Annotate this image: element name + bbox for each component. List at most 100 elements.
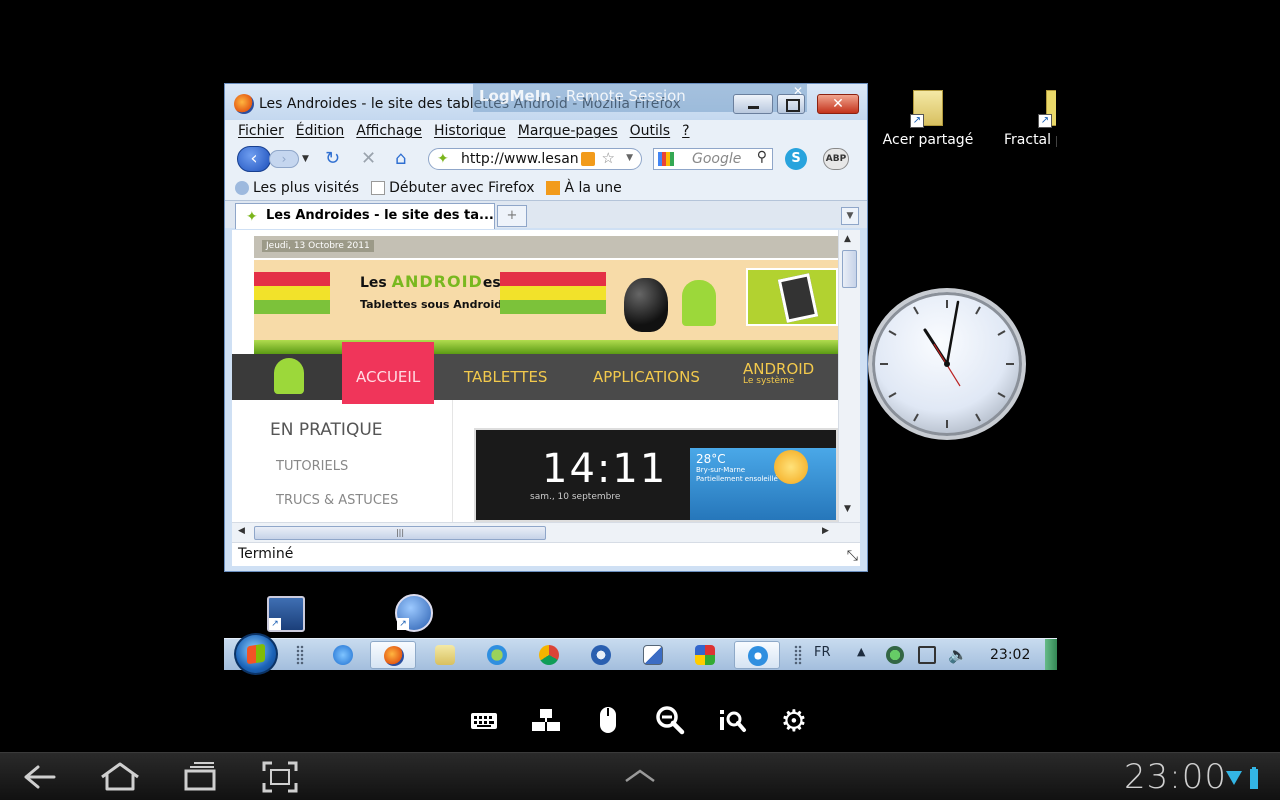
sidebar-link-tutoriels[interactable]: TUTORIELS bbox=[276, 459, 348, 474]
menu-help[interactable]: ? bbox=[682, 123, 689, 139]
clock-gadget[interactable] bbox=[868, 288, 1026, 440]
keyboard-icon[interactable] bbox=[466, 704, 502, 740]
bookmark-star-icon[interactable]: ☆ bbox=[602, 149, 615, 167]
show-hidden-icons-icon[interactable]: ▲ bbox=[857, 645, 865, 658]
close-button[interactable]: ✕ bbox=[817, 94, 859, 114]
horizontal-scrollbar[interactable]: ◀ ||| ▶ bbox=[232, 522, 860, 542]
new-tab-button[interactable]: + bbox=[497, 205, 527, 227]
search-icon[interactable]: ⚲ bbox=[757, 149, 767, 165]
tab-les-androides[interactable]: ✦ Les Androides - le site des ta... bbox=[235, 203, 495, 229]
forward-button[interactable]: › bbox=[269, 150, 299, 168]
adblock-plus-icon[interactable]: ABP bbox=[823, 148, 849, 170]
url-dropdown-icon[interactable]: ▼ bbox=[626, 153, 633, 163]
menu-affichage[interactable]: Affichage bbox=[356, 123, 422, 139]
system-clock[interactable]: 23:00 bbox=[1124, 757, 1227, 797]
horizontal-scroll-thumb[interactable]: ||| bbox=[254, 526, 546, 540]
messenger-icon bbox=[487, 645, 507, 665]
search-input[interactable]: Google ⚲ bbox=[653, 148, 773, 170]
volume-icon[interactable]: 🔈 bbox=[948, 646, 968, 664]
desktop-icon-acer-partage[interactable]: ↗ Acer partagé bbox=[878, 88, 978, 148]
taskbar-grip[interactable] bbox=[794, 645, 802, 665]
taskbar-ie[interactable] bbox=[320, 641, 366, 669]
sidebar-title: EN PRATIQUE bbox=[270, 420, 383, 440]
taskbar-app-games[interactable] bbox=[682, 641, 728, 669]
language-indicator[interactable]: FR bbox=[814, 645, 831, 660]
menu-marque-pages[interactable]: Marque-pages bbox=[518, 123, 618, 139]
taskbar-thunderbird[interactable] bbox=[578, 641, 624, 669]
navigation-toolbar: ‹ › ▼ ↻ ✕ ⌂ ✦ http://www.lesan ☆ ▼ Googl… bbox=[225, 142, 867, 176]
firefox-window[interactable]: Les Androides - le site des tablettes An… bbox=[224, 83, 868, 572]
history-dropdown-icon[interactable]: ▼ bbox=[302, 154, 309, 164]
taskbar-chrome[interactable] bbox=[526, 641, 572, 669]
window-titlebar[interactable]: Les Androides - le site des tablettes An… bbox=[225, 84, 867, 120]
network-icon[interactable] bbox=[918, 646, 936, 664]
bookmark-headlines[interactable]: À la une bbox=[546, 180, 622, 196]
date-bar: Jeudi, 13 Octobre 2011 bbox=[254, 236, 838, 258]
bookmark-icon bbox=[235, 181, 249, 195]
nav-tablettes[interactable]: TABLETTES bbox=[464, 354, 547, 400]
taskbar-app-doc[interactable] bbox=[630, 641, 676, 669]
taskbar-app-msn[interactable] bbox=[474, 641, 520, 669]
zoom-out-icon[interactable] bbox=[652, 704, 688, 740]
taskbar-explorer[interactable] bbox=[422, 641, 468, 669]
gear-icon[interactable]: ⚙ bbox=[776, 704, 812, 740]
menu-historique[interactable]: Historique bbox=[434, 123, 506, 139]
menu-fichier[interactable]: Fichier bbox=[238, 123, 284, 139]
mouse-icon[interactable] bbox=[590, 704, 626, 740]
show-desktop-button[interactable] bbox=[1045, 639, 1057, 670]
status-icons[interactable] bbox=[1224, 767, 1264, 791]
taskbar-logmein[interactable] bbox=[734, 641, 780, 669]
reload-icon[interactable]: ↻ bbox=[325, 149, 340, 169]
back-icon[interactable] bbox=[18, 759, 62, 795]
desktop-icon-sync[interactable]: ↗ bbox=[395, 594, 433, 632]
desktop-icon-fractal[interactable]: ↗ Fractal p bbox=[1000, 88, 1057, 148]
skype-icon[interactable]: S bbox=[785, 148, 807, 170]
start-button[interactable] bbox=[234, 633, 278, 675]
nav-logo[interactable] bbox=[232, 354, 342, 400]
menu-edition[interactable]: Édition bbox=[296, 123, 344, 139]
search-placeholder: Google bbox=[692, 151, 742, 167]
folder-shortcut-icon: ↗ bbox=[910, 88, 946, 128]
zoom-fit-icon[interactable] bbox=[714, 704, 750, 740]
taskbar-grip[interactable] bbox=[296, 645, 304, 665]
screenshot-icon[interactable] bbox=[258, 759, 302, 795]
site-banner[interactable]: Les ANDROIDes Tablettes sous Android bbox=[254, 260, 838, 340]
back-button[interactable]: ‹ bbox=[237, 146, 271, 172]
webpage: Jeudi, 13 Octobre 2011 Les ANDROIDes Tab… bbox=[232, 230, 838, 522]
url-bar[interactable]: ✦ http://www.lesan ☆ ▼ bbox=[428, 148, 642, 170]
maximize-button[interactable] bbox=[777, 94, 805, 114]
article-screenshot[interactable]: 14:11 sam., 10 septembre 28°C Bry-sur-Ma… bbox=[474, 428, 838, 522]
taskbar-clock[interactable]: 23:02 bbox=[990, 647, 1030, 663]
recent-apps-icon[interactable] bbox=[178, 759, 222, 795]
banner-stripes-right bbox=[500, 272, 606, 320]
menu-up-chevron-icon[interactable] bbox=[618, 761, 662, 797]
banner-stripes-left bbox=[254, 272, 330, 320]
scroll-right-icon[interactable]: ▶ bbox=[822, 526, 829, 536]
nav-android[interactable]: ANDROID Le système bbox=[743, 354, 814, 400]
stop-icon[interactable]: ✕ bbox=[361, 149, 376, 169]
network-icon[interactable] bbox=[528, 704, 564, 740]
vertical-scrollbar[interactable]: ▲ ▼ bbox=[838, 230, 860, 522]
bookmark-most-visited[interactable]: Les plus visités bbox=[235, 180, 359, 196]
vertical-scroll-thumb[interactable] bbox=[842, 250, 857, 288]
rss-icon[interactable] bbox=[581, 152, 595, 166]
taskbar-firefox[interactable] bbox=[370, 641, 416, 669]
web-content[interactable]: Jeudi, 13 Octobre 2011 Les ANDROIDes Tab… bbox=[232, 230, 860, 522]
resize-grip-icon[interactable]: ⤡ bbox=[847, 548, 858, 564]
scroll-down-icon[interactable]: ▼ bbox=[844, 504, 851, 514]
nav-accueil[interactable]: ACCUEIL bbox=[342, 342, 435, 404]
home-icon[interactable]: ⌂ bbox=[395, 149, 406, 169]
firefox-logo-icon bbox=[234, 94, 254, 114]
desktop-icon-network[interactable]: ↗ bbox=[267, 596, 305, 632]
home-icon[interactable] bbox=[98, 759, 142, 795]
tray-app-icon[interactable] bbox=[886, 646, 904, 664]
sun-icon bbox=[774, 450, 808, 484]
scroll-left-icon[interactable]: ◀ bbox=[238, 526, 245, 536]
minimize-button[interactable] bbox=[733, 94, 773, 114]
bookmark-getting-started[interactable]: Débuter avec Firefox bbox=[371, 180, 534, 196]
scroll-up-icon[interactable]: ▲ bbox=[844, 234, 851, 244]
nav-applications[interactable]: APPLICATIONS bbox=[593, 354, 700, 400]
menu-outils[interactable]: Outils bbox=[630, 123, 670, 139]
tab-list-dropdown-icon[interactable]: ▼ bbox=[841, 207, 859, 225]
sidebar-link-trucs-astuces[interactable]: TRUCS & ASTUCES bbox=[276, 493, 398, 508]
